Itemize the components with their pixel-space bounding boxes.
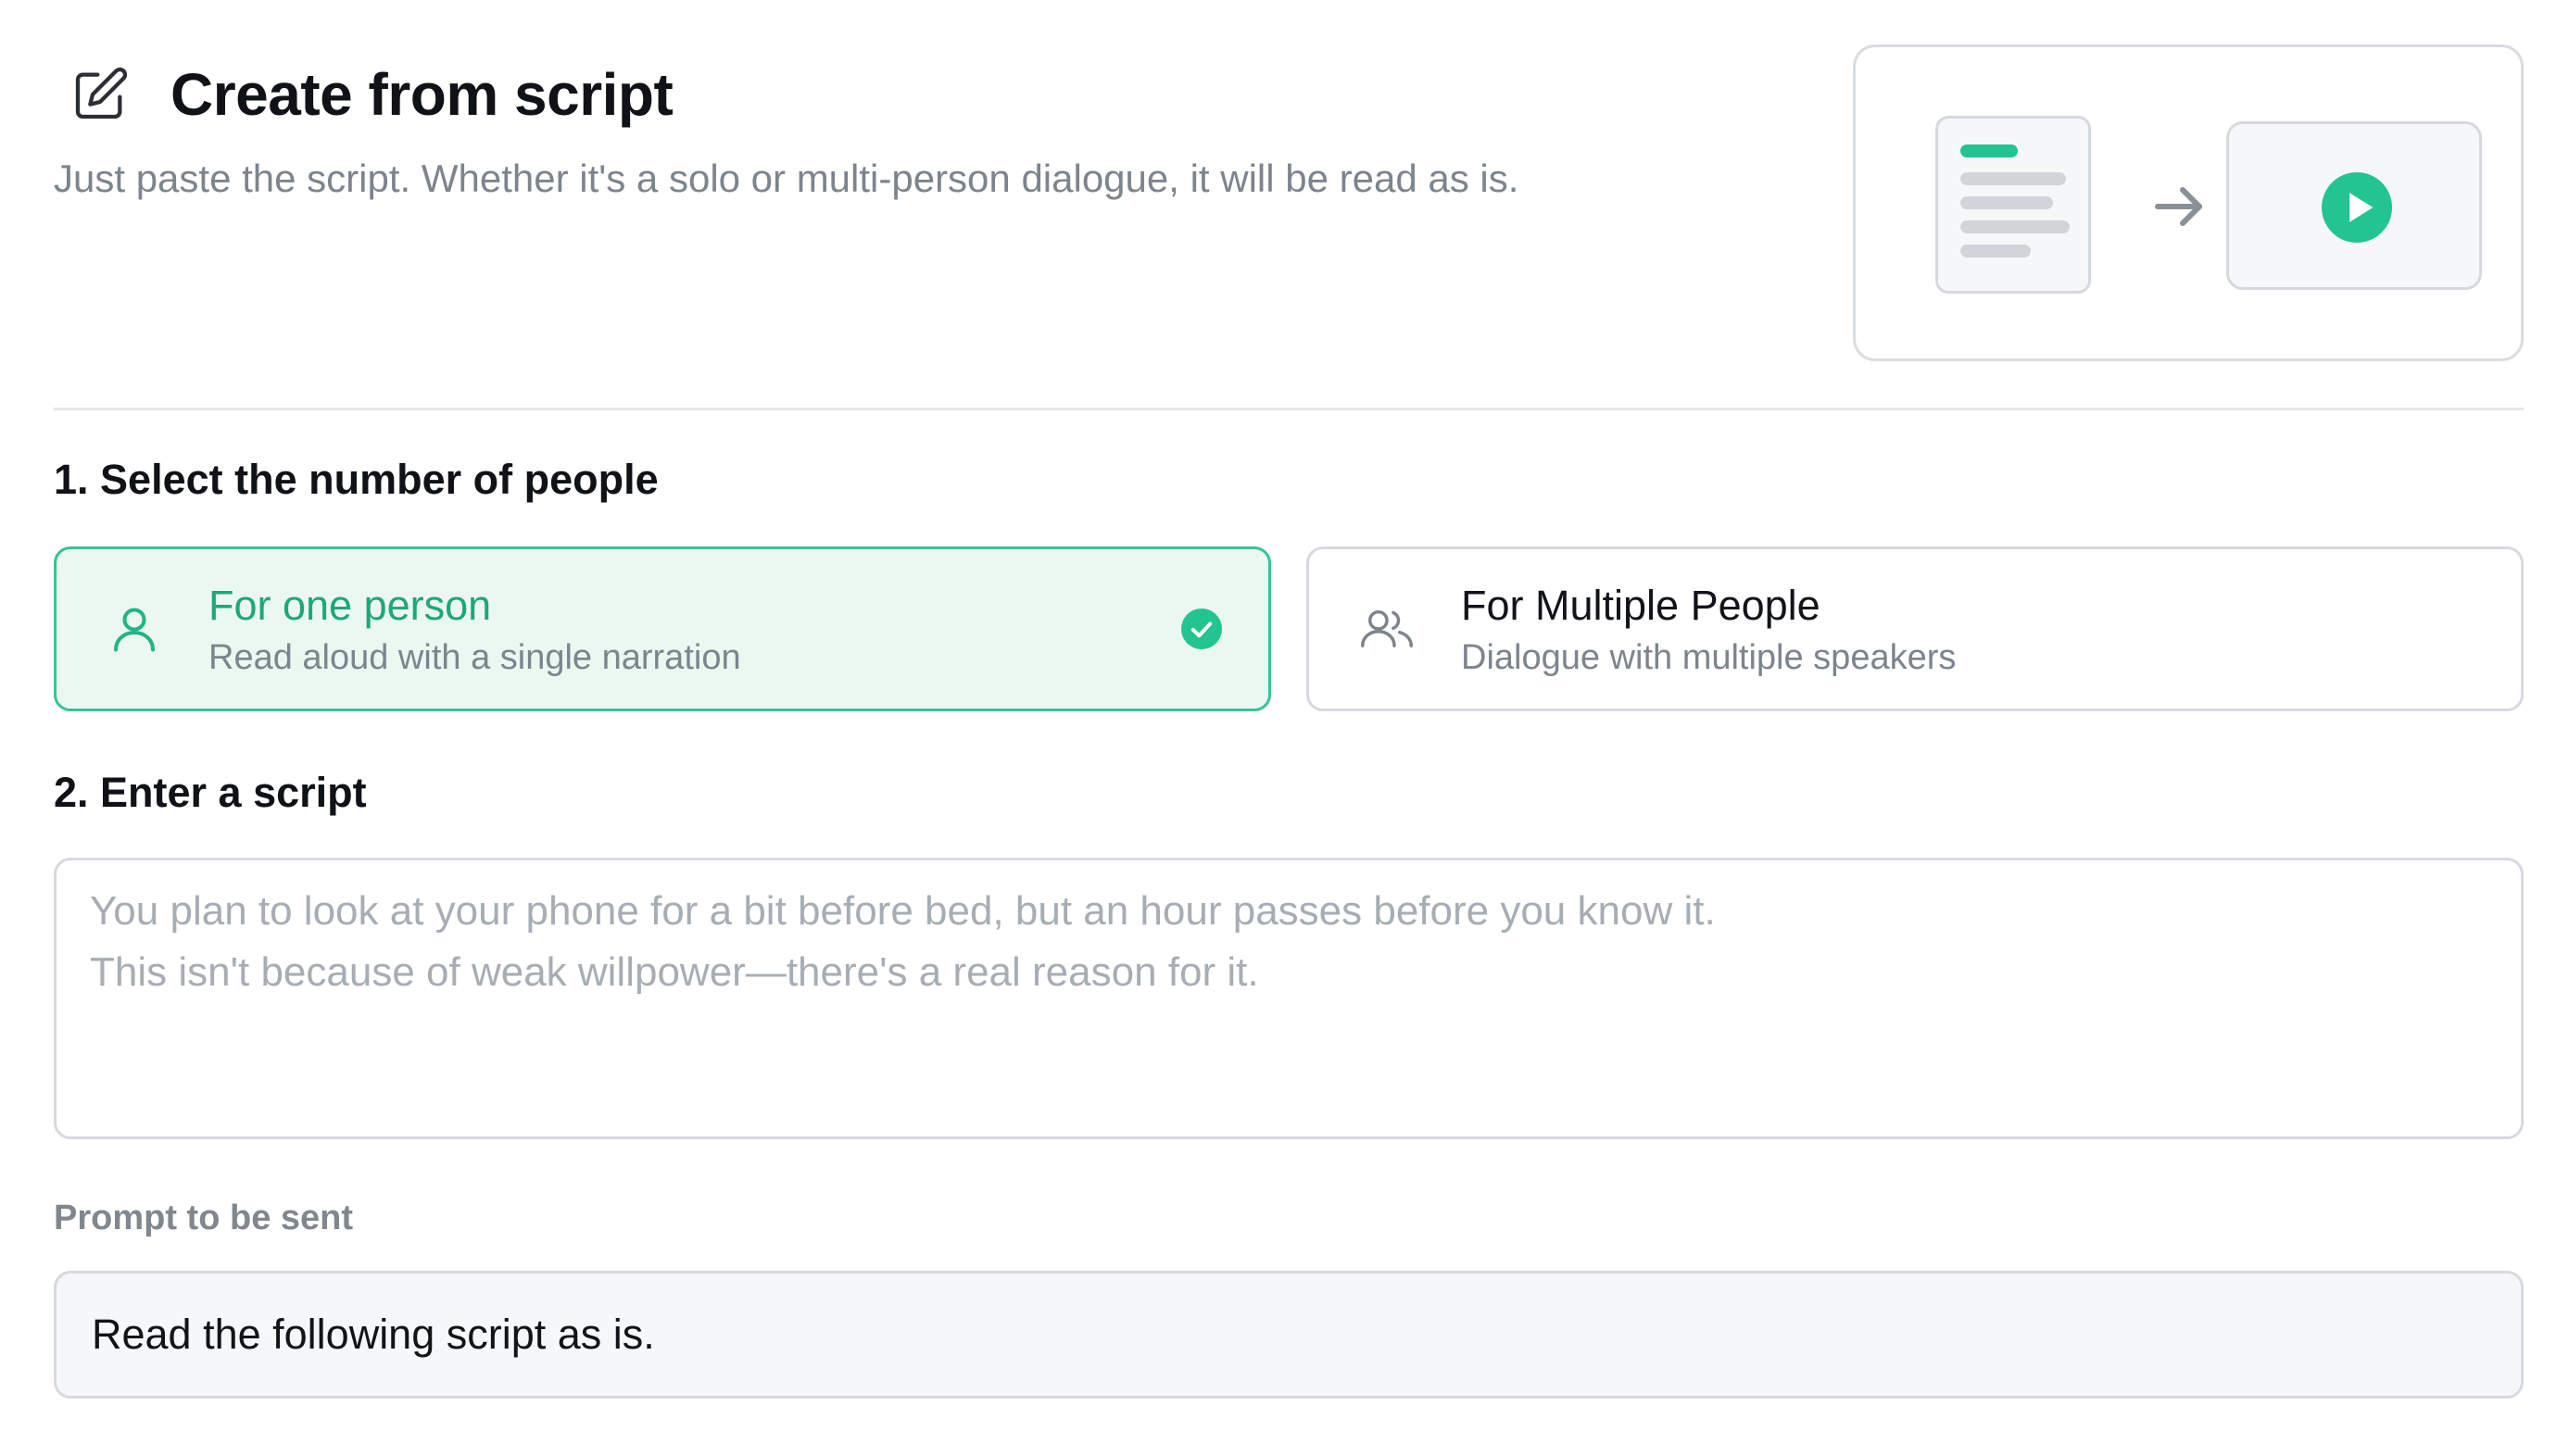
script-placeholder: You plan to look at your phone for a bit…: [90, 888, 1716, 995]
option-description: Dialogue with multiple speakers: [1461, 637, 1957, 677]
doc-line: [1960, 220, 2070, 233]
arrow-right-icon: [2155, 187, 2202, 226]
header-divider: [54, 408, 2524, 410]
person-icon: [103, 597, 166, 660]
step1-label: 1. Select the number of people: [54, 456, 659, 503]
script-input[interactable]: You plan to look at your phone for a bit…: [54, 858, 2524, 1139]
people-icon: [1355, 597, 1418, 660]
prompt-text: Read the following script as is.: [92, 1311, 655, 1358]
play-icon: [2322, 172, 2392, 243]
doc-line-accent: [1960, 144, 2018, 157]
option-one-person[interactable]: For one person Read aloud with a single …: [54, 546, 1271, 711]
step2-label: 2. Enter a script: [54, 769, 367, 816]
prompt-label: Prompt to be sent: [54, 1199, 354, 1237]
doc-line: [1960, 245, 2031, 257]
doc-line: [1960, 196, 2053, 209]
option-description: Read aloud with a single narration: [208, 637, 741, 677]
edit-icon: [67, 61, 133, 128]
option-text: For Multiple People Dialogue with multip…: [1461, 581, 2521, 678]
doc-line: [1960, 172, 2066, 185]
option-title: For Multiple People: [1461, 581, 1820, 629]
create-from-script-page: Create from script Just paste the script…: [0, 0, 2557, 1456]
script-to-video-illustration: [1853, 44, 2524, 361]
document-icon: [1935, 116, 2091, 294]
option-text: For one person Read aloud with a single …: [208, 581, 1181, 678]
page-title: Create from script: [170, 61, 674, 128]
page-subtitle: Just paste the script. Whether it's a so…: [54, 157, 1519, 200]
option-title: For one person: [208, 581, 492, 629]
title-row: Create from script: [54, 46, 1814, 143]
page-header: Create from script Just paste the script…: [54, 46, 1814, 352]
check-circle-icon: [1181, 609, 1222, 649]
option-multiple-people[interactable]: For Multiple People Dialogue with multip…: [1306, 546, 2524, 711]
prompt-field[interactable]: Read the following script as is.: [54, 1271, 2524, 1399]
video-preview-card: [2226, 121, 2482, 290]
